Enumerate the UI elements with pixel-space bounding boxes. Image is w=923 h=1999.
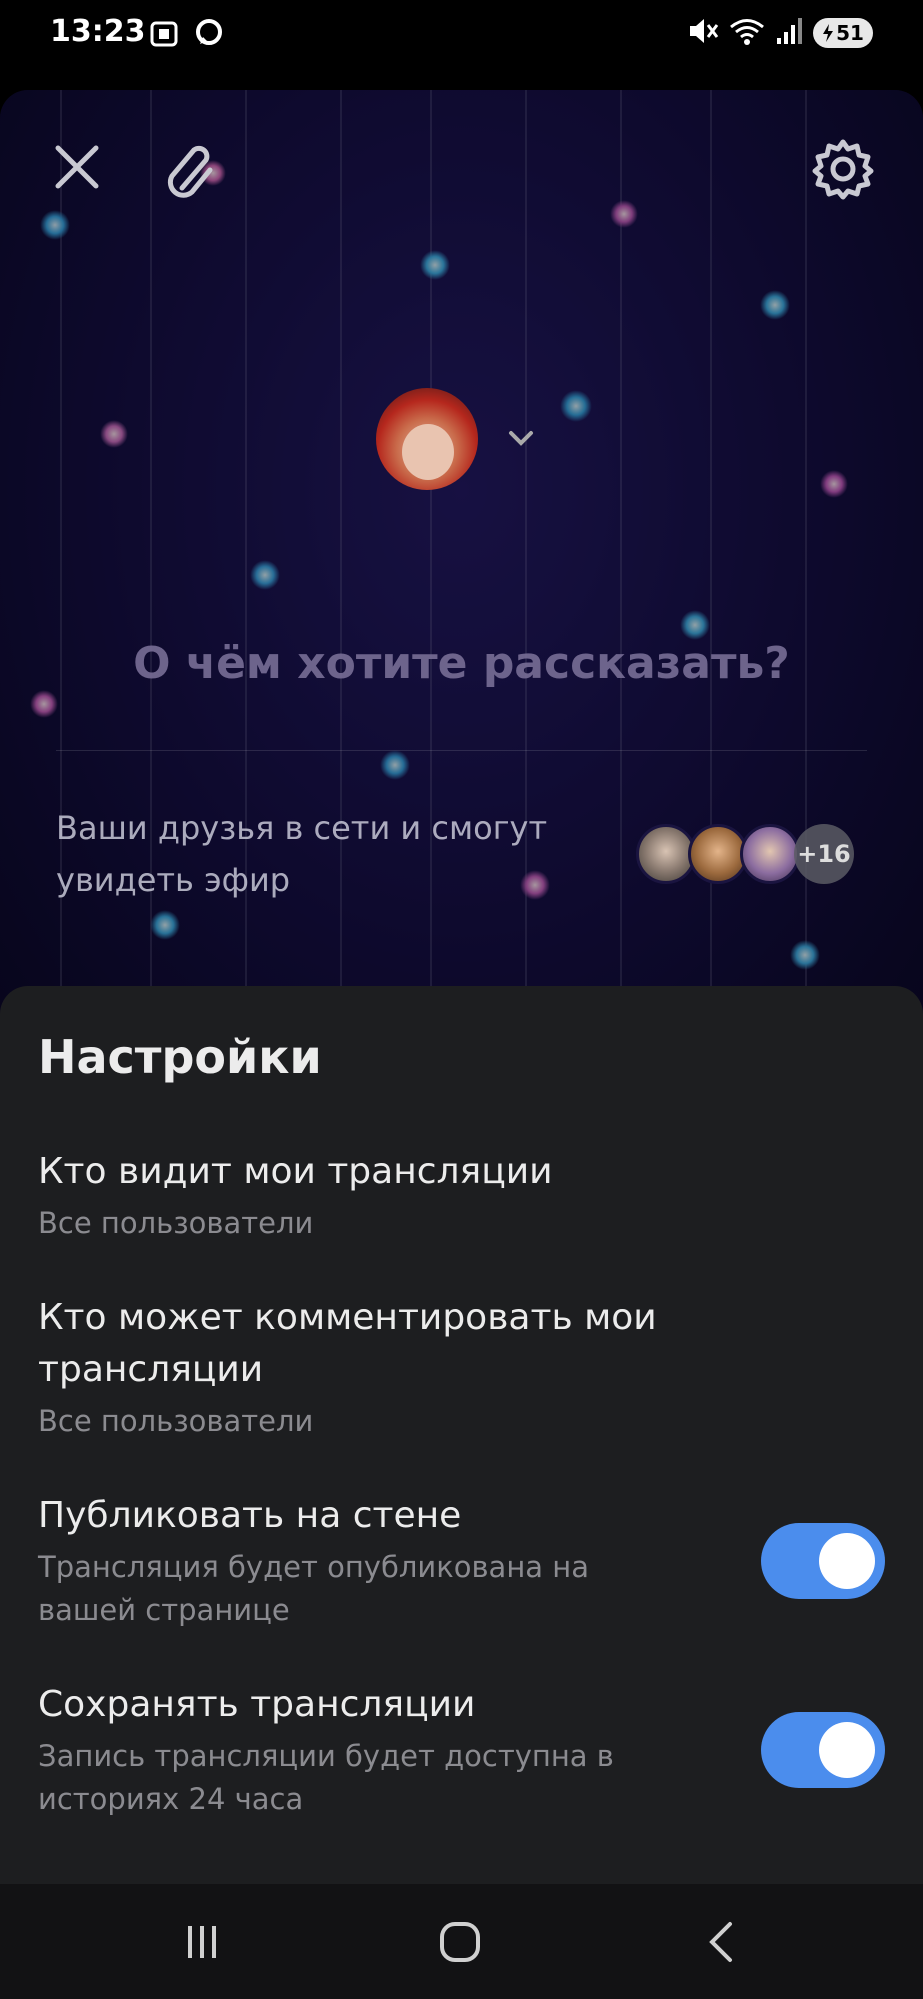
friend-avatar: [688, 824, 748, 884]
battery-icon: 51: [813, 18, 873, 48]
option-title: Сохранять трансляции: [38, 1684, 476, 1725]
option-value: Все пользователи: [38, 1404, 314, 1438]
close-icon[interactable]: [50, 140, 104, 198]
messenger-icon: [194, 18, 224, 54]
option-title: Публиковать на стене: [38, 1495, 462, 1536]
back-icon: [709, 1921, 732, 1962]
friend-avatar: [740, 824, 800, 884]
system-navigation-bar: [0, 1884, 923, 1999]
recent-apps-button[interactable]: [160, 1884, 244, 1999]
live-composer-background: О чём хотите рассказать? Ваши друзья в с…: [0, 90, 923, 1090]
wifi-icon: [729, 16, 765, 50]
settings-bottom-sheet: Настройки Кто видит мои трансляции Все п…: [0, 986, 923, 1884]
friends-more-count: +16: [794, 824, 854, 884]
sheet-title: Настройки: [38, 1030, 322, 1084]
screenshot-icon: [148, 18, 180, 54]
chevron-down-icon[interactable]: [506, 428, 536, 452]
divider: [56, 750, 867, 751]
battery-level: 51: [836, 21, 864, 45]
option-description: Трансляция будет опубликована на вашей с…: [38, 1550, 590, 1627]
signal-icon: [775, 16, 803, 50]
option-title: Кто видит мои трансляции: [38, 1151, 553, 1192]
friend-avatar: [636, 824, 696, 884]
back-button[interactable]: [680, 1884, 764, 1999]
option-who-sees-broadcasts[interactable]: Кто видит мои трансляции Все пользовател…: [38, 1146, 878, 1245]
option-who-can-comment[interactable]: Кто может комментировать мои трансляции …: [38, 1292, 798, 1443]
post-text-placeholder[interactable]: О чём хотите рассказать?: [0, 638, 923, 689]
option-publish-on-wall[interactable]: Публиковать на стене Трансляция будет оп…: [38, 1490, 628, 1632]
option-save-broadcasts[interactable]: Сохранять трансляции Запись трансляции б…: [38, 1679, 638, 1821]
home-icon: [440, 1921, 480, 1962]
option-title: Кто может комментировать мои трансляции: [38, 1297, 657, 1390]
option-description: Запись трансляции будет доступна в истор…: [38, 1739, 614, 1816]
save-broadcasts-toggle[interactable]: [761, 1712, 885, 1788]
settings-icon[interactable]: [810, 136, 876, 206]
home-button[interactable]: [418, 1884, 502, 1999]
status-bar: 13:23 51: [0, 0, 923, 70]
mute-icon: [687, 16, 719, 50]
author-avatar[interactable]: [376, 388, 478, 490]
attach-icon[interactable]: [160, 140, 224, 208]
status-time: 13:23: [50, 14, 146, 49]
friends-online-text: Ваши друзья в сети и смогут увидеть эфир: [56, 809, 548, 899]
option-value: Все пользователи: [38, 1206, 314, 1240]
recent-apps-icon: [188, 1925, 216, 1958]
friends-avatars[interactable]: +16: [636, 824, 854, 884]
publish-on-wall-toggle[interactable]: [761, 1523, 885, 1599]
